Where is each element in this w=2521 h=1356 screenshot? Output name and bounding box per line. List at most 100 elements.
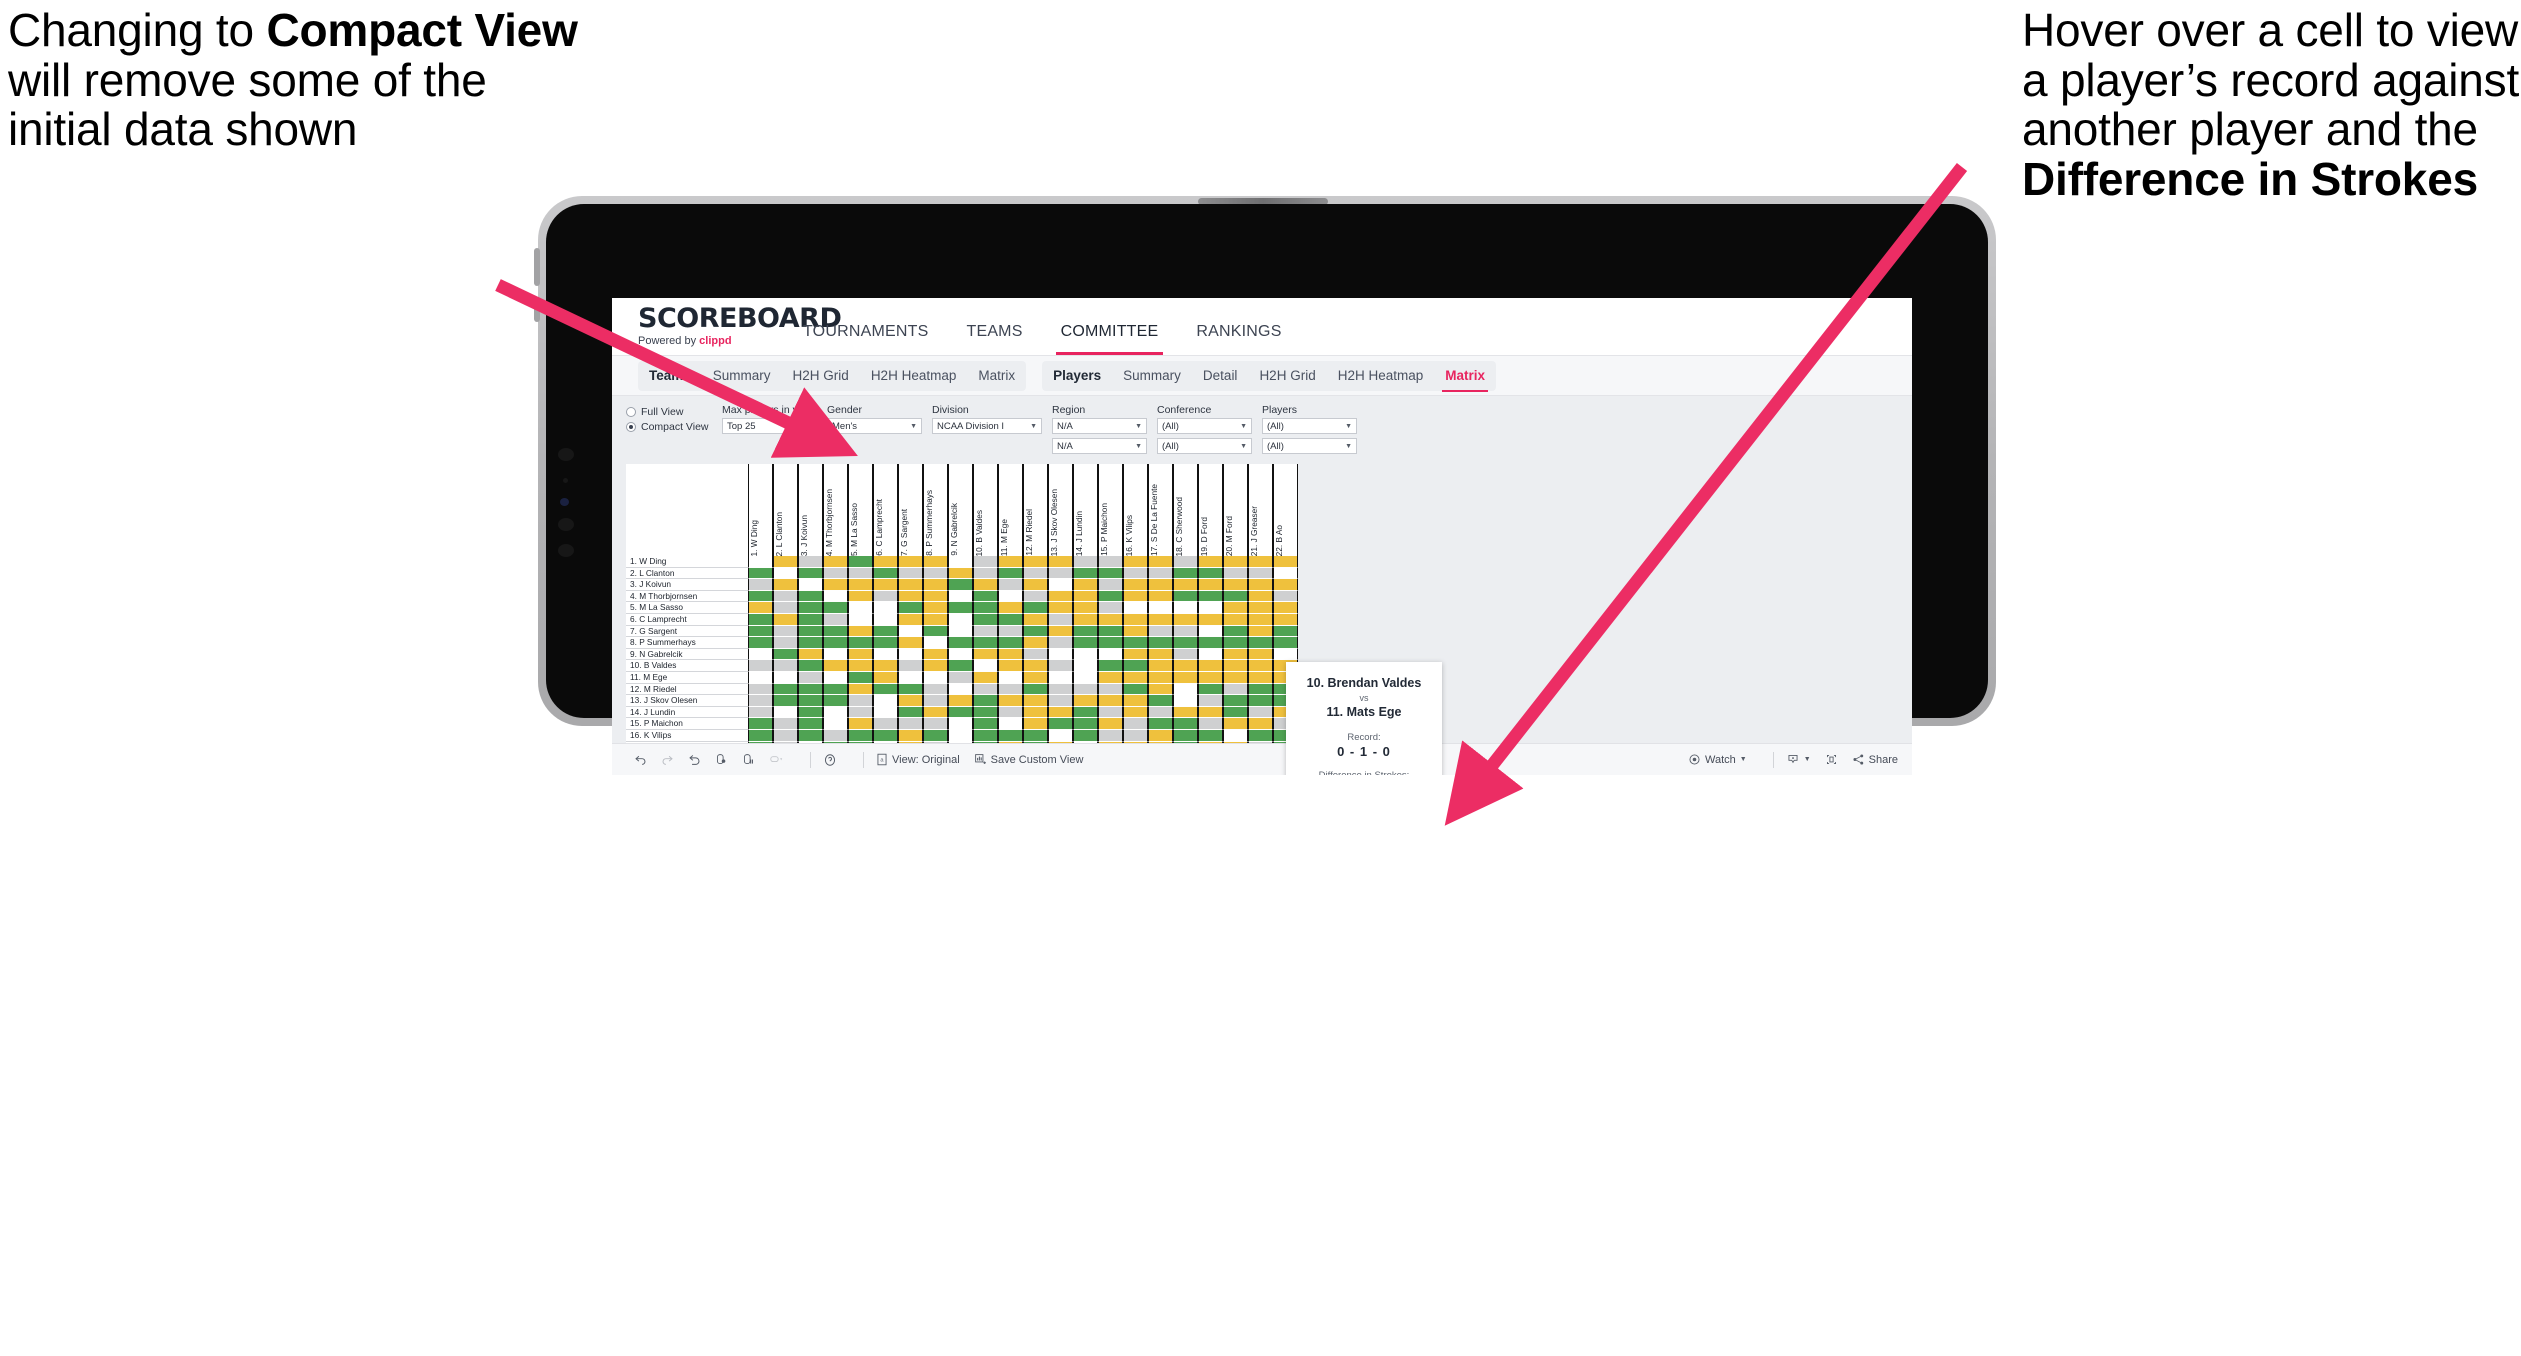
- filter-select-secondary[interactable]: (All) ▼: [1262, 438, 1357, 454]
- matrix-cell[interactable]: [1248, 695, 1273, 707]
- matrix-cell[interactable]: [1098, 602, 1123, 614]
- brand-logo[interactable]: SCOREBOARD Powered by clippd: [612, 305, 842, 355]
- matrix-cell[interactable]: [1073, 602, 1098, 614]
- matrix-cell[interactable]: [1173, 637, 1198, 649]
- matrix-cell[interactable]: [1123, 556, 1148, 568]
- matrix-cell[interactable]: [798, 695, 823, 707]
- matrix-cell[interactable]: [873, 590, 898, 603]
- matrix-cell[interactable]: [1123, 590, 1148, 603]
- matrix-cell[interactable]: [1073, 637, 1098, 649]
- matrix-cell[interactable]: [823, 556, 848, 568]
- matrix-cell[interactable]: [923, 706, 948, 719]
- matrix-cell[interactable]: [923, 613, 948, 626]
- matrix-cell[interactable]: [1173, 625, 1198, 638]
- matrix-cell[interactable]: [1098, 660, 1123, 672]
- matrix-cell[interactable]: [1148, 729, 1173, 742]
- matrix-cell[interactable]: [823, 718, 848, 730]
- matrix-cell[interactable]: [1023, 718, 1048, 730]
- matrix-cell[interactable]: [798, 613, 823, 626]
- matrix-cell[interactable]: [1073, 613, 1098, 626]
- matrix-cell[interactable]: [823, 671, 848, 684]
- matrix-cell[interactable]: [948, 556, 973, 568]
- matrix-cell[interactable]: [773, 625, 798, 638]
- topnav-item-rankings[interactable]: RANKINGS: [1177, 323, 1300, 355]
- matrix-cell[interactable]: [1073, 648, 1098, 661]
- matrix-cell[interactable]: [1223, 602, 1248, 614]
- matrix-cell[interactable]: [1148, 706, 1173, 719]
- matrix-cell[interactable]: [1248, 660, 1273, 672]
- matrix-cell[interactable]: [973, 602, 998, 614]
- matrix-cell[interactable]: [1098, 706, 1123, 719]
- matrix-cell[interactable]: [1223, 695, 1248, 707]
- matrix-column-header[interactable]: 16. K Vilips: [1123, 464, 1148, 556]
- matrix-cell[interactable]: [1223, 590, 1248, 603]
- matrix-cell[interactable]: [1198, 718, 1223, 730]
- matrix-cell[interactable]: [1048, 648, 1073, 661]
- matrix-cell[interactable]: [1148, 579, 1173, 591]
- matrix-cell[interactable]: [773, 590, 798, 603]
- matrix-cell[interactable]: [1023, 671, 1048, 684]
- matrix-cell[interactable]: [973, 579, 998, 591]
- chevron-down-icon[interactable]: ▼: [1345, 423, 1352, 430]
- matrix-cell[interactable]: [1073, 556, 1098, 568]
- matrix-cell[interactable]: [1148, 590, 1173, 603]
- matrix-cell[interactable]: [1148, 683, 1173, 696]
- matrix-cell[interactable]: [1223, 671, 1248, 684]
- matrix-column-header[interactable]: 12. M Riedel: [1023, 464, 1048, 556]
- matrix-cell[interactable]: [898, 625, 923, 638]
- matrix-cell[interactable]: [1148, 718, 1173, 730]
- matrix-cell[interactable]: [898, 648, 923, 661]
- matrix-cell[interactable]: [1273, 637, 1298, 649]
- matrix-cell[interactable]: [1048, 660, 1073, 672]
- matrix-cell[interactable]: [823, 683, 848, 696]
- matrix-cell[interactable]: [1148, 695, 1173, 707]
- matrix-column-header[interactable]: 13. J Skov Olesen: [1048, 464, 1073, 556]
- matrix-cell[interactable]: [948, 590, 973, 603]
- matrix-cell[interactable]: [1123, 671, 1148, 684]
- matrix-cell[interactable]: [898, 613, 923, 626]
- revert-button[interactable]: [688, 753, 701, 766]
- matrix-cell[interactable]: [948, 683, 973, 696]
- pause-auto-update-button[interactable]: [769, 753, 784, 766]
- matrix-cell[interactable]: [1173, 579, 1198, 591]
- matrix-cell[interactable]: [823, 625, 848, 638]
- subnav-item-summary[interactable]: Summary: [1112, 361, 1192, 391]
- matrix-row-header[interactable]: 11. M Ege: [626, 671, 748, 684]
- matrix-cell[interactable]: [1123, 648, 1148, 661]
- matrix-cell[interactable]: [1273, 625, 1298, 638]
- matrix-cell[interactable]: [848, 718, 873, 730]
- subnav-item-h2h-heatmap[interactable]: H2H Heatmap: [1327, 361, 1435, 391]
- topnav-item-tournaments[interactable]: TOURNAMENTS: [784, 323, 947, 355]
- matrix-cell[interactable]: [998, 579, 1023, 591]
- matrix-cell[interactable]: [1123, 660, 1148, 672]
- matrix-cell[interactable]: [1148, 648, 1173, 661]
- matrix-cell[interactable]: [1073, 706, 1098, 719]
- matrix-cell[interactable]: [898, 671, 923, 684]
- matrix-cell[interactable]: [1273, 590, 1298, 603]
- matrix-cell[interactable]: [1073, 718, 1098, 730]
- matrix-cell[interactable]: [1123, 695, 1148, 707]
- matrix-cell[interactable]: [898, 729, 923, 742]
- matrix-cell[interactable]: [1123, 567, 1148, 580]
- filter-select[interactable]: Top 25 ▼: [722, 418, 817, 434]
- matrix-cell[interactable]: [823, 567, 848, 580]
- matrix-cell[interactable]: [948, 706, 973, 719]
- matrix-cell[interactable]: [1198, 590, 1223, 603]
- radio-icon[interactable]: [626, 422, 636, 432]
- matrix-cell[interactable]: [823, 660, 848, 672]
- matrix-cell[interactable]: [1273, 613, 1298, 626]
- matrix-cell[interactable]: [898, 706, 923, 719]
- matrix-cell[interactable]: [998, 718, 1023, 730]
- matrix-row-header[interactable]: 7. G Sargent: [626, 625, 748, 638]
- matrix-cell[interactable]: [748, 695, 773, 707]
- subnav-item-h2h-heatmap[interactable]: H2H Heatmap: [860, 361, 968, 391]
- matrix-cell[interactable]: [798, 683, 823, 696]
- matrix-cell[interactable]: [873, 648, 898, 661]
- matrix-cell[interactable]: [948, 648, 973, 661]
- matrix-cell[interactable]: [1173, 695, 1198, 707]
- matrix-cell[interactable]: [1098, 718, 1123, 730]
- chevron-down-icon[interactable]: ▼: [1240, 423, 1247, 430]
- matrix-cell[interactable]: [1048, 637, 1073, 649]
- matrix-row-header[interactable]: 4. M Thorbjornsen: [626, 590, 748, 603]
- matrix-cell[interactable]: [1023, 613, 1048, 626]
